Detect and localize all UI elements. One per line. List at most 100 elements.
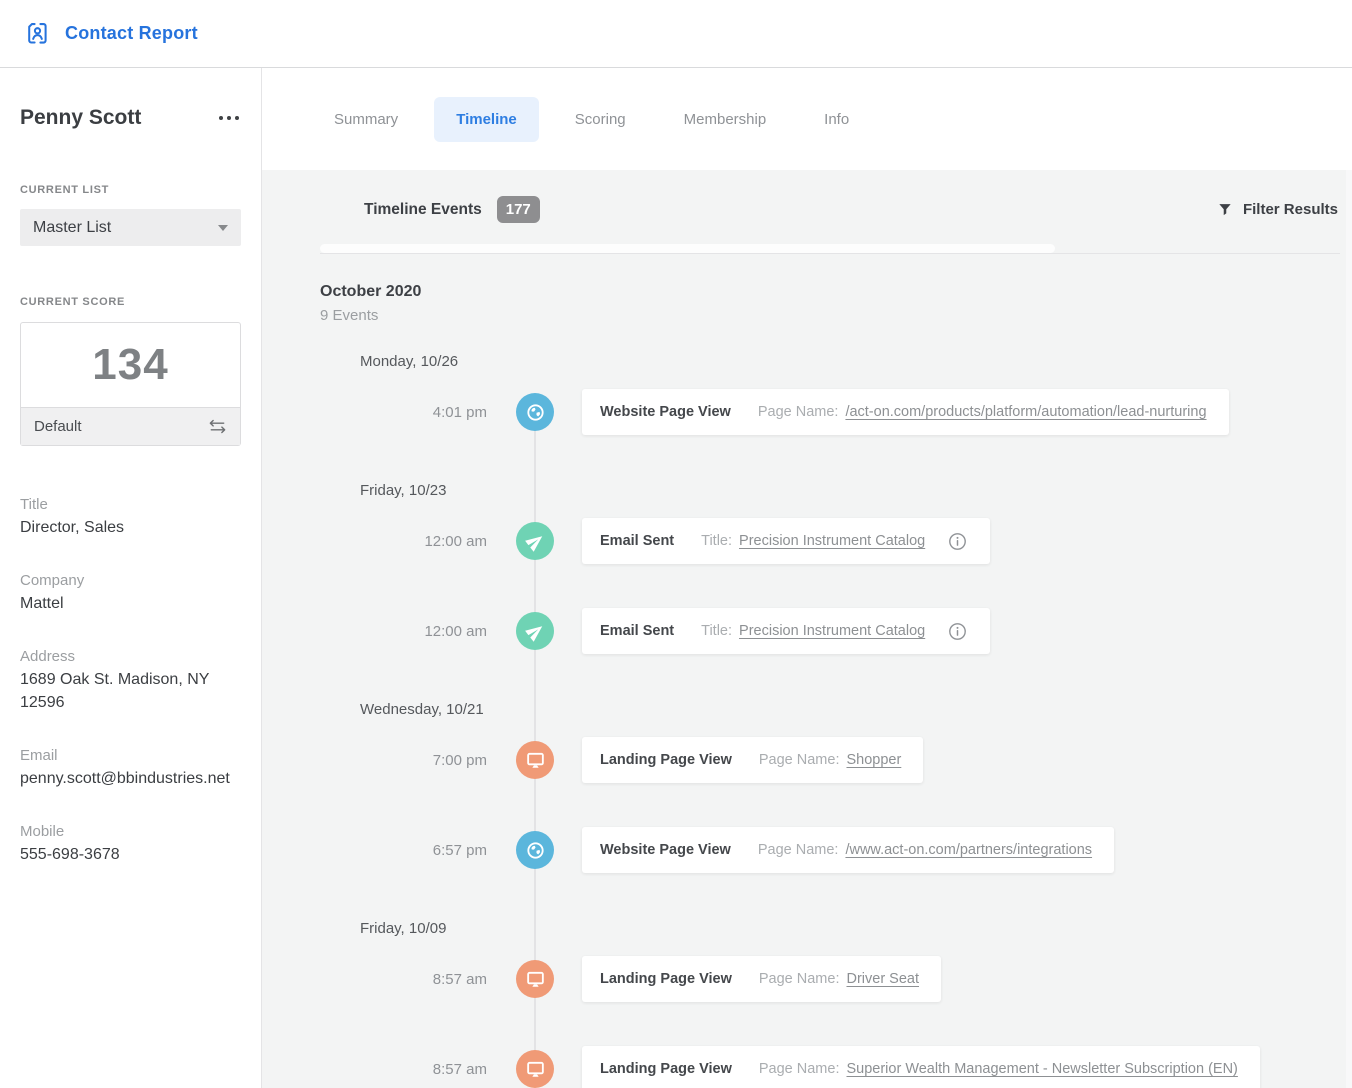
event-time: 7:00 pm bbox=[320, 752, 487, 769]
app-logo: Contact Report bbox=[24, 20, 198, 47]
app-header: Contact Report bbox=[0, 0, 1352, 68]
event-row: 8:57 am Landing Page View Page Name: Drive… bbox=[320, 956, 1352, 1002]
field-label: Title bbox=[20, 493, 241, 516]
event-row: 12:00 am Email Sent Title: Precision Instr… bbox=[320, 518, 1352, 564]
event-type-label: Website Page View bbox=[600, 404, 731, 420]
current-list-dropdown[interactable]: Master List bbox=[20, 209, 241, 246]
paper-plane-icon bbox=[516, 612, 554, 650]
contact-name: Penny Scott bbox=[20, 106, 141, 130]
monitor-icon bbox=[516, 741, 554, 779]
current-list-value: Master List bbox=[33, 219, 111, 237]
info-icon[interactable] bbox=[947, 621, 968, 642]
event-link[interactable]: /act-on.com/products/platform/automation… bbox=[845, 404, 1206, 420]
event-row: 12:00 am Email Sent Title: Precision Instr… bbox=[320, 608, 1352, 654]
event-field-label: Title: bbox=[701, 623, 732, 639]
event-link[interactable]: Driver Seat bbox=[846, 971, 919, 987]
header-divider bbox=[320, 253, 1340, 254]
contact-field-address: Address1689 Oak St. Madison, NY 12596 bbox=[20, 645, 241, 714]
field-value: penny.scott@bbindustries.net bbox=[20, 767, 241, 790]
event-link[interactable]: Precision Instrument Catalog bbox=[739, 533, 925, 549]
more-options-button[interactable] bbox=[213, 112, 241, 125]
monitor-icon bbox=[516, 960, 554, 998]
field-value: Mattel bbox=[20, 592, 241, 615]
score-type: Default bbox=[34, 418, 82, 435]
swap-score-icon[interactable] bbox=[208, 419, 227, 434]
event-card: Website Page View Page Name: /www.act-on.c… bbox=[582, 827, 1114, 873]
contact-report-page: Contact Report Penny Scott CURRENT LIST … bbox=[0, 0, 1352, 1088]
event-type-label: Landing Page View bbox=[600, 971, 732, 987]
day-label: Wednesday, 10/21 bbox=[360, 698, 1352, 722]
current-score-label: CURRENT SCORE bbox=[20, 296, 241, 308]
tab-timeline[interactable]: Timeline bbox=[434, 97, 539, 142]
event-row: 8:57 am Landing Page ViewPage Name:Super… bbox=[320, 1046, 1352, 1088]
score-card: 134 Default bbox=[20, 322, 241, 446]
event-type-label: Landing Page View bbox=[600, 752, 732, 768]
event-card: Website Page View Page Name: /act-on.com/p… bbox=[582, 389, 1229, 435]
timeline-header: Timeline Events 177 Filter Results bbox=[262, 170, 1352, 223]
page-title: Contact Report bbox=[65, 23, 198, 44]
field-label: Email bbox=[20, 744, 241, 767]
chevron-down-icon bbox=[218, 225, 228, 231]
event-time: 4:01 pm bbox=[320, 404, 487, 421]
event-type-label: Website Page View bbox=[600, 842, 731, 858]
day-group: Monday, 10/26 4:01 pm Website Page View Pa… bbox=[320, 350, 1352, 435]
event-link[interactable]: /www.act-on.com/partners/integrations bbox=[845, 842, 1092, 858]
event-field-label: Page Name: bbox=[758, 842, 839, 858]
event-field-label: Title: bbox=[701, 533, 732, 549]
event-card: Email Sent Title: Precision Instrument Cat… bbox=[582, 518, 990, 564]
day-group: Wednesday, 10/21 7:00 pm Landing Page Vie… bbox=[320, 698, 1352, 873]
timeline-days: Monday, 10/26 4:01 pm Website Page View Pa… bbox=[320, 350, 1352, 1088]
tab-summary[interactable]: Summary bbox=[312, 97, 420, 142]
field-label: Mobile bbox=[20, 820, 241, 843]
main-content: Summary Timeline Scoring Membership Info Tim… bbox=[262, 68, 1352, 1088]
contact-field-mobile: Mobile555-698-3678 bbox=[20, 820, 241, 866]
event-time: 12:00 am bbox=[320, 533, 487, 550]
event-link[interactable]: Precision Instrument Catalog bbox=[739, 623, 925, 639]
event-count-badge: 177 bbox=[497, 196, 540, 223]
contact-sidebar: Penny Scott CURRENT LIST Master List CUR… bbox=[0, 68, 262, 1088]
tab-membership[interactable]: Membership bbox=[662, 97, 789, 142]
filter-results-label: Filter Results bbox=[1243, 201, 1338, 218]
event-type-label: Email Sent bbox=[600, 623, 674, 639]
event-time: 8:57 am bbox=[320, 971, 487, 988]
day-group: Friday, 10/09 8:57 am Landing Page View Pa… bbox=[320, 917, 1352, 1088]
tab-bar: Summary Timeline Scoring Membership Info bbox=[262, 68, 1352, 170]
event-time: 6:57 pm bbox=[320, 842, 487, 859]
event-row: 4:01 pm Website Page View Page Name: /act-… bbox=[320, 389, 1352, 435]
contact-field-email: Emailpenny.scott@bbindustries.net bbox=[20, 744, 241, 790]
info-icon[interactable] bbox=[947, 531, 968, 552]
tab-info[interactable]: Info bbox=[802, 97, 871, 142]
contact-fields: TitleDirector, SalesCompanyMattelAddress… bbox=[20, 493, 241, 866]
event-type-label: Email Sent bbox=[600, 533, 674, 549]
day-label: Monday, 10/26 bbox=[360, 350, 1352, 374]
event-row: 6:57 pm Website Page View Page Name: /www.… bbox=[320, 827, 1352, 873]
event-field-label: Page Name: bbox=[759, 1061, 840, 1077]
event-field-label: Page Name: bbox=[759, 971, 840, 987]
filter-results-button[interactable]: Filter Results bbox=[1217, 201, 1338, 218]
scrollbar-track[interactable] bbox=[1346, 170, 1352, 1088]
field-value: 555-698-3678 bbox=[20, 843, 241, 866]
funnel-icon bbox=[1217, 201, 1233, 218]
day-label: Friday, 10/23 bbox=[360, 479, 1352, 503]
month-label: October 2020 bbox=[320, 280, 1352, 304]
event-card: Landing Page View Page Name: Driver Seat bbox=[582, 956, 941, 1002]
day-group: Friday, 10/23 12:00 am Email Sent Title: Pr… bbox=[320, 479, 1352, 654]
event-card: Landing Page View Page Name: Superior Weal… bbox=[582, 1046, 1260, 1088]
tab-scoring[interactable]: Scoring bbox=[553, 97, 648, 142]
timeline-section: Timeline Events 177 Filter Results Octob… bbox=[262, 170, 1352, 1088]
event-link[interactable]: Superior Wealth Management - Newsletter … bbox=[846, 1061, 1237, 1077]
globe-icon bbox=[516, 831, 554, 869]
day-label: Friday, 10/09 bbox=[360, 917, 1352, 941]
field-label: Company bbox=[20, 569, 241, 592]
monitor-icon bbox=[516, 1050, 554, 1088]
event-link[interactable]: Shopper bbox=[846, 752, 901, 768]
field-value: 1689 Oak St. Madison, NY 12596 bbox=[20, 668, 241, 714]
event-field-label: Page Name: bbox=[758, 404, 839, 420]
field-label: Address bbox=[20, 645, 241, 668]
event-field-label: Page Name: bbox=[759, 752, 840, 768]
timeline-title: Timeline Events bbox=[364, 201, 482, 219]
event-type-label: Landing Page View bbox=[600, 1061, 732, 1077]
event-time: 12:00 am bbox=[320, 623, 487, 640]
event-card: Email Sent Title: Precision Instrument Cat… bbox=[582, 608, 990, 654]
event-card: Landing Page View Page Name: Shopper bbox=[582, 737, 923, 783]
